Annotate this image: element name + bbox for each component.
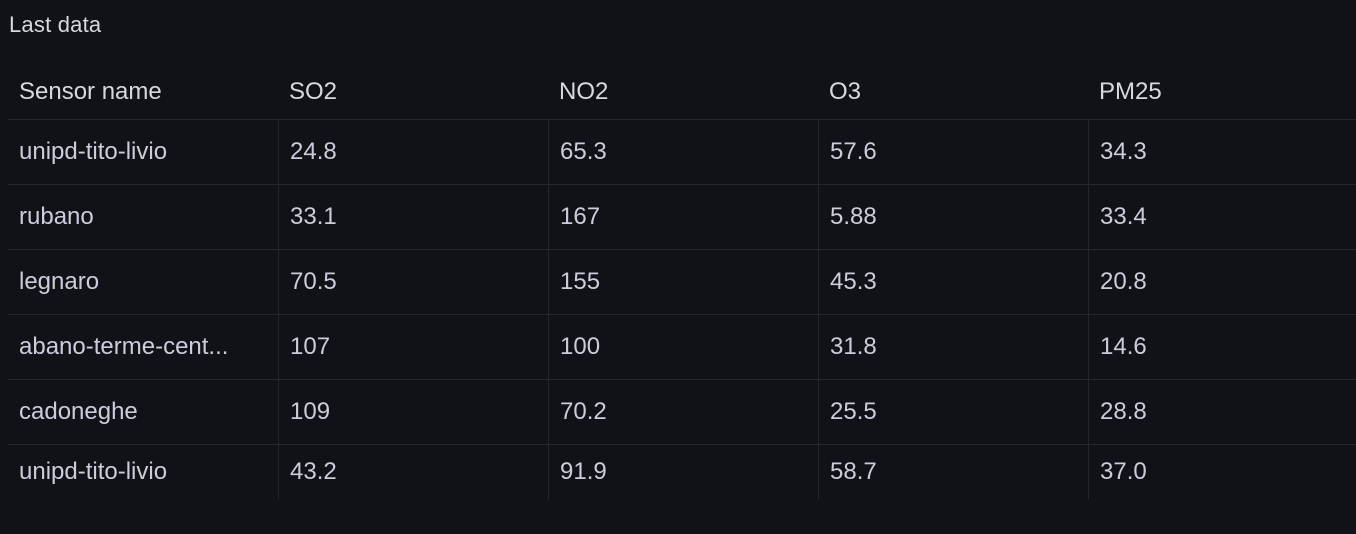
- cell-so2: 33.1: [278, 185, 548, 249]
- cell-o3: 25.5: [818, 380, 1088, 444]
- data-table: Sensor name SO2 NO2 O3 PM25 unipd-tito-l…: [8, 65, 1356, 499]
- cell-o3: 57.6: [818, 120, 1088, 184]
- table-header-row: Sensor name SO2 NO2 O3 PM25: [8, 65, 1356, 120]
- cell-o3: 31.8: [818, 315, 1088, 379]
- cell-pm25: 34.3: [1088, 120, 1356, 184]
- cell-pm25: 37.0: [1088, 445, 1356, 499]
- cell-no2: 167: [548, 185, 818, 249]
- cell-sensor-name: abano-terme-cent...: [19, 333, 229, 360]
- cell-so2: 107: [278, 315, 548, 379]
- cell-o3: 5.88: [818, 185, 1088, 249]
- cell-sensor-name: legnaro: [19, 268, 100, 295]
- cell-o3: 58.7: [818, 445, 1088, 499]
- cell-pm25: 20.8: [1088, 250, 1356, 314]
- cell-so2: 70.5: [278, 250, 548, 314]
- cell-sensor-name: cadoneghe: [19, 398, 138, 425]
- cell-no2: 65.3: [548, 120, 818, 184]
- column-header-so2[interactable]: SO2: [278, 65, 548, 119]
- panel-title[interactable]: Last data: [9, 12, 101, 38]
- cell-so2: 109: [278, 380, 548, 444]
- table-row: cadoneghe 109 70.2 25.5 28.8: [8, 380, 1356, 445]
- table-row: legnaro 70.5 155 45.3 20.8: [8, 250, 1356, 315]
- table-row: unipd-tito-livio 43.2 91.9 58.7 37.0: [8, 445, 1356, 499]
- cell-no2: 70.2: [548, 380, 818, 444]
- cell-so2: 24.8: [278, 120, 548, 184]
- cell-pm25: 33.4: [1088, 185, 1356, 249]
- table-panel: Last data Sensor name SO2 NO2 O3 PM25 un…: [0, 0, 1356, 534]
- cell-no2: 91.9: [548, 445, 818, 499]
- cell-o3: 45.3: [818, 250, 1088, 314]
- cell-no2: 155: [548, 250, 818, 314]
- cell-pm25: 28.8: [1088, 380, 1356, 444]
- column-header-o3[interactable]: O3: [818, 65, 1088, 119]
- cell-sensor-name: unipd-tito-livio: [19, 458, 168, 485]
- cell-sensor-name: rubano: [19, 203, 94, 230]
- column-header-no2[interactable]: NO2: [548, 65, 818, 119]
- column-header-pm25[interactable]: PM25: [1088, 65, 1356, 119]
- table-row: unipd-tito-livio 24.8 65.3 57.6 34.3: [8, 120, 1356, 185]
- cell-pm25: 14.6: [1088, 315, 1356, 379]
- cell-so2: 43.2: [278, 445, 548, 499]
- cell-sensor-name: unipd-tito-livio: [19, 138, 168, 165]
- table-row: abano-terme-cent... 107 100 31.8 14.6: [8, 315, 1356, 380]
- cell-no2: 100: [548, 315, 818, 379]
- column-header-sensor-name[interactable]: Sensor name: [8, 65, 278, 119]
- table-row: rubano 33.1 167 5.88 33.4: [8, 185, 1356, 250]
